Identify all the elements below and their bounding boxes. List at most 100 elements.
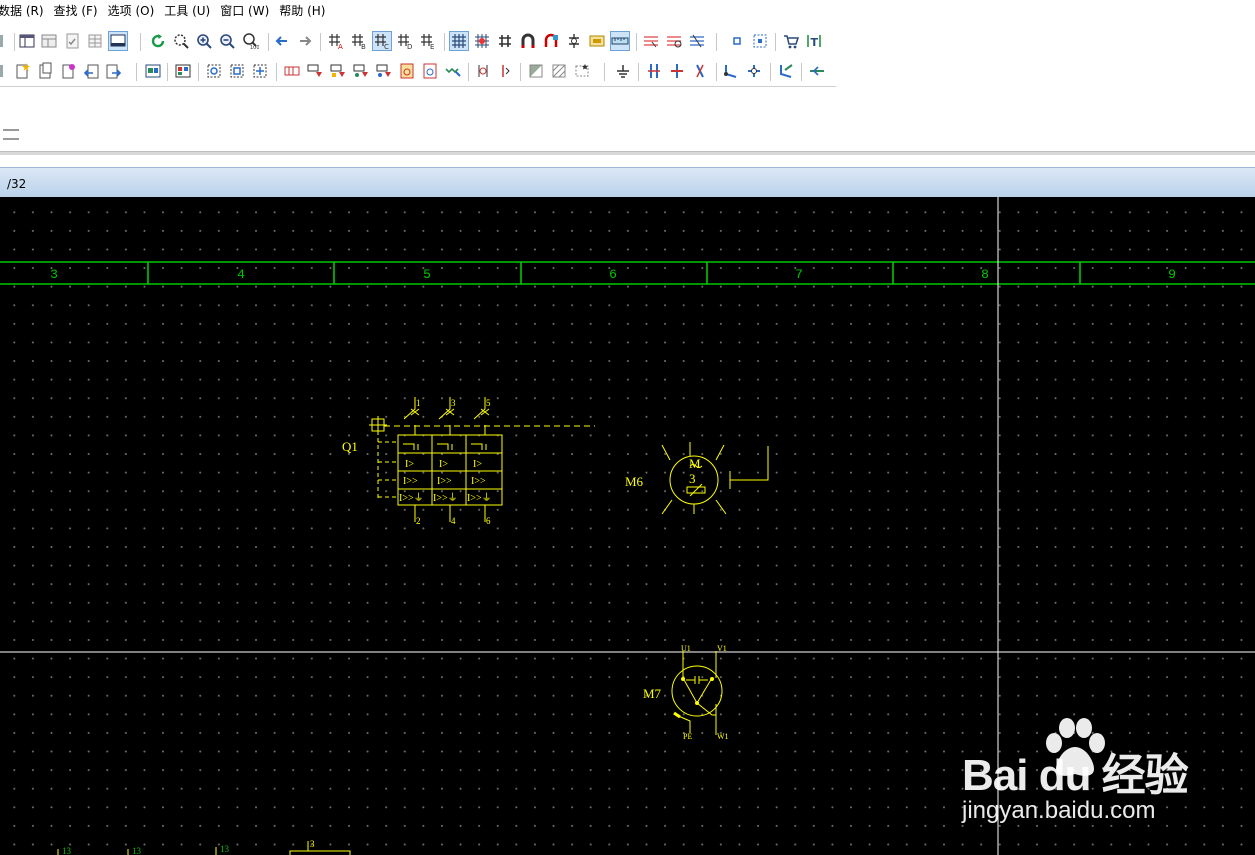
text-tool-icon[interactable]: T bbox=[805, 32, 823, 50]
new-page-icon[interactable] bbox=[13, 62, 31, 80]
angle-a-icon[interactable] bbox=[722, 62, 740, 80]
cable-icon[interactable] bbox=[444, 62, 462, 80]
column-ruler bbox=[0, 261, 1255, 285]
hatch-b-icon[interactable] bbox=[550, 62, 568, 80]
menu-window[interactable]: 窗口 (W) bbox=[220, 2, 269, 19]
snap-grid-icon[interactable] bbox=[473, 32, 491, 50]
plug-b-icon[interactable] bbox=[421, 62, 439, 80]
menu-options[interactable]: 选项 (O) bbox=[108, 2, 155, 19]
menu-help[interactable]: 帮助 (H) bbox=[279, 2, 325, 19]
grid-c-icon[interactable]: C bbox=[372, 31, 392, 51]
q1-pin: 3 bbox=[451, 398, 456, 408]
column-label: 8 bbox=[981, 267, 989, 282]
terminal-strip-icon[interactable] bbox=[283, 62, 301, 80]
page-overview-icon[interactable] bbox=[40, 32, 58, 50]
grid-toggle-icon[interactable] bbox=[449, 31, 469, 51]
ground-icon[interactable] bbox=[614, 62, 632, 80]
page-layout-icon[interactable] bbox=[18, 32, 36, 50]
column-label: 5 bbox=[423, 267, 431, 282]
cart-icon[interactable] bbox=[782, 32, 800, 50]
grid-b-icon[interactable]: B bbox=[350, 32, 368, 50]
splitter[interactable] bbox=[0, 151, 1255, 155]
motor-m6[interactable] bbox=[661, 442, 769, 515]
toolbar-insert bbox=[0, 58, 836, 87]
image-icon[interactable] bbox=[588, 32, 606, 50]
wire-b-icon[interactable] bbox=[665, 32, 683, 50]
check-page-icon[interactable] bbox=[63, 32, 81, 50]
zoom-in-icon[interactable] bbox=[195, 32, 213, 50]
column-label: 9 bbox=[1168, 267, 1176, 282]
grid-e-icon[interactable]: E bbox=[419, 32, 437, 50]
q1-tag: Q1 bbox=[342, 439, 358, 454]
point-icon[interactable] bbox=[728, 32, 746, 50]
wire-c-icon[interactable] bbox=[688, 32, 706, 50]
q1-trip-label: I> bbox=[405, 459, 414, 470]
magnet-icon[interactable] bbox=[519, 32, 537, 50]
magnet-alt-icon[interactable] bbox=[542, 32, 560, 50]
page-prev-icon[interactable] bbox=[82, 62, 100, 80]
grid-d-icon[interactable]: D bbox=[396, 32, 414, 50]
motor-m7[interactable] bbox=[671, 651, 723, 735]
hatch-a-icon[interactable] bbox=[527, 62, 545, 80]
page-props-icon[interactable] bbox=[59, 62, 77, 80]
grid-a-icon[interactable]: A bbox=[327, 32, 345, 50]
menu-data[interactable]: 数据 (R) bbox=[0, 2, 44, 19]
wire-a-icon[interactable] bbox=[642, 32, 660, 50]
symbol-b-icon[interactable] bbox=[228, 62, 246, 80]
svg-text:E: E bbox=[430, 43, 434, 50]
screen-view-icon[interactable] bbox=[108, 31, 128, 51]
potential-b-icon[interactable] bbox=[668, 62, 686, 80]
m7-pin-v1: V1 bbox=[717, 644, 727, 653]
forward-arrow-icon[interactable] bbox=[296, 32, 314, 50]
page-next-icon[interactable] bbox=[105, 62, 123, 80]
bridge-b-icon[interactable] bbox=[497, 62, 515, 80]
angle-c-icon[interactable] bbox=[777, 62, 795, 80]
refresh-icon[interactable] bbox=[149, 32, 167, 50]
menu-bar: 数据 (R) 查找 (F) 选项 (O) 工具 (U) 窗口 (W) 帮助 (H… bbox=[0, 0, 1255, 20]
svg-text:C: C bbox=[384, 43, 389, 50]
terminal-c-icon[interactable] bbox=[352, 62, 370, 80]
device-icon[interactable] bbox=[174, 62, 192, 80]
plug-a-icon[interactable] bbox=[398, 62, 416, 80]
select-area-icon[interactable] bbox=[751, 32, 769, 50]
terminal-b-icon[interactable] bbox=[329, 62, 347, 80]
symbol-c-icon[interactable] bbox=[251, 62, 269, 80]
m7-pin-pe: PE bbox=[683, 732, 692, 741]
grip-icon bbox=[0, 35, 3, 47]
back-arrow-icon[interactable] bbox=[273, 32, 291, 50]
table-icon[interactable] bbox=[86, 32, 104, 50]
menu-tools[interactable]: 工具 (U) bbox=[164, 2, 210, 19]
zoom-out-icon[interactable] bbox=[218, 32, 236, 50]
page-tab-title[interactable]: /32 bbox=[7, 177, 26, 191]
page-tab-bar: /32 bbox=[0, 167, 1255, 198]
q1-trip-label: I>> bbox=[403, 476, 418, 487]
svg-text:T: T bbox=[811, 36, 819, 49]
column-label: 3 bbox=[50, 267, 58, 282]
connect-icon[interactable] bbox=[565, 32, 583, 50]
collapsed-panel-handle[interactable] bbox=[3, 129, 19, 140]
zoom-window-icon[interactable] bbox=[172, 32, 190, 50]
macro-icon[interactable] bbox=[144, 62, 162, 80]
q1-trip-label: I>>⏚ bbox=[433, 492, 458, 504]
q1-pin: 6 bbox=[486, 516, 491, 526]
schematic-canvas[interactable]: 3 4 5 6 7 8 9 Q1 1 3 5 2 4 6 I> I> I> I>… bbox=[0, 197, 1255, 855]
q1-trip-label: I> bbox=[473, 459, 482, 470]
placeholder-icon[interactable] bbox=[573, 62, 591, 80]
angle-b-icon[interactable] bbox=[745, 62, 763, 80]
column-label: 6 bbox=[609, 267, 617, 282]
bridge-a-icon[interactable] bbox=[474, 62, 492, 80]
m7-pin-w1: W1 bbox=[717, 732, 729, 741]
crossing-icon[interactable] bbox=[496, 32, 514, 50]
potential-a-icon[interactable] bbox=[645, 62, 663, 80]
terminal-d-icon[interactable] bbox=[375, 62, 393, 80]
terminal-a-icon[interactable] bbox=[306, 62, 324, 80]
menu-find[interactable]: 查找 (F) bbox=[54, 2, 98, 19]
page-copy-icon[interactable] bbox=[36, 62, 54, 80]
symbol-a-icon[interactable] bbox=[205, 62, 223, 80]
interrupt-icon[interactable] bbox=[808, 62, 826, 80]
ruler-icon[interactable] bbox=[610, 31, 630, 51]
bottom-partial-components bbox=[57, 841, 351, 855]
bottom-label: 3 bbox=[310, 839, 315, 849]
zoom-100-icon[interactable]: 100 bbox=[241, 32, 259, 50]
potential-c-icon[interactable] bbox=[691, 62, 709, 80]
